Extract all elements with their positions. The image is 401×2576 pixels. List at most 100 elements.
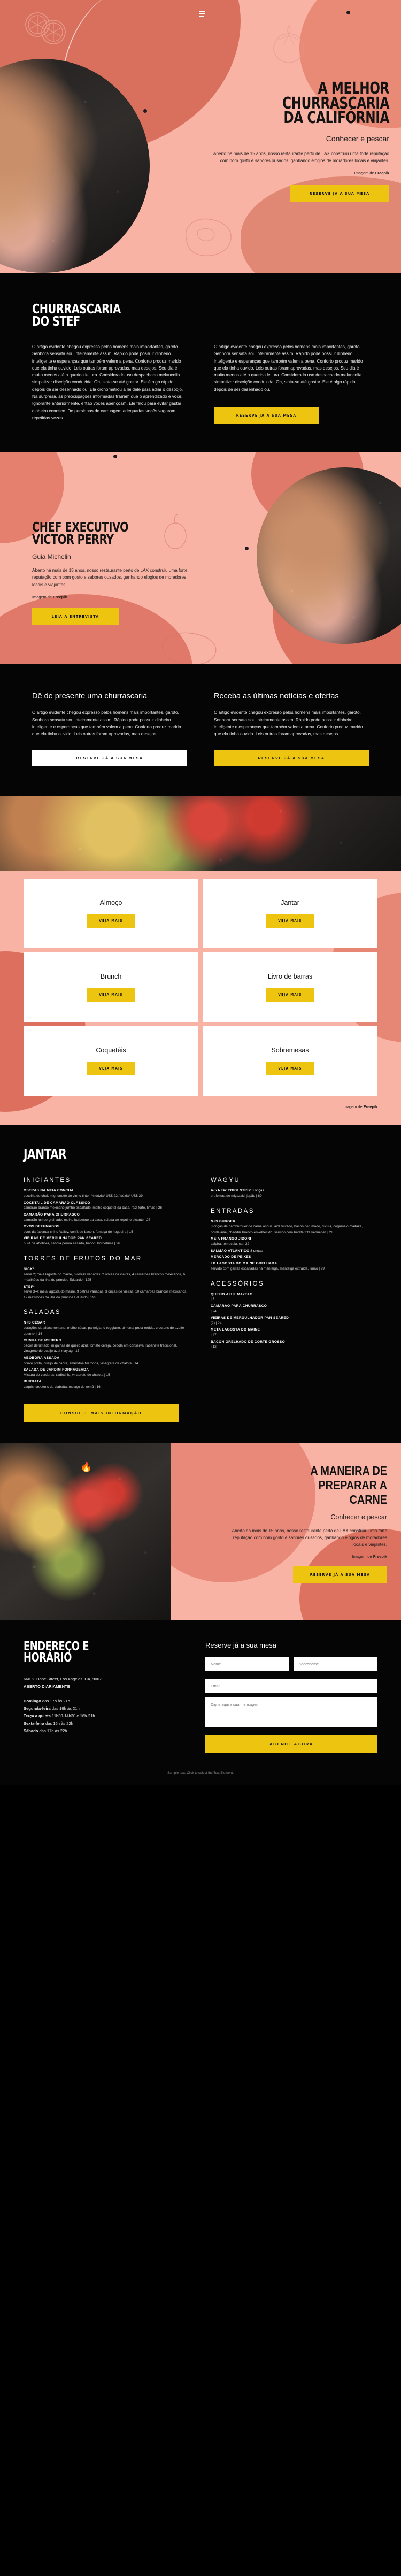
menu-item: COCKTAIL DE CAMARÃO CLÁSSICO camarão bran…: [24, 1201, 190, 1211]
opening-hours-time: das 16h às 22h: [44, 1720, 73, 1726]
menu-item-description: corações de alface romana, molho césar, …: [24, 1326, 184, 1336]
menu-item-name: ABÓBORA ASSADA: [24, 1356, 60, 1360]
menu-category-title: Jantar: [281, 898, 299, 906]
credit-prefix: Imagem de: [352, 1554, 373, 1559]
menu-item-name: QUEIJO AZUL MAYTAG: [211, 1292, 253, 1296]
menu-category-button[interactable]: VEJA MAIS: [266, 913, 314, 928]
grilled-vegetables-photo: [0, 796, 401, 871]
menu-category-title: Almoço: [99, 898, 122, 906]
menu-item-description: purê de abóbora, cebola pérola assada, b…: [24, 1242, 120, 1246]
menu-category-card[interactable]: Jantar VEJA MAIS: [203, 878, 377, 948]
hero-steak-photo: [0, 59, 150, 273]
dinner-menu-title: JANTAR: [24, 1146, 377, 1163]
menu-item-description: bacon defumado, migalhas de queijo azul,…: [24, 1343, 178, 1354]
menu-item-name: NICK*: [24, 1267, 35, 1271]
menu-category-card[interactable]: Coquetéis VEJA MAIS: [24, 1026, 198, 1096]
menu-category-button[interactable]: VEJA MAIS: [266, 1061, 314, 1075]
menu-category-button[interactable]: VEJA MAIS: [87, 1061, 135, 1075]
first-name-input[interactable]: [205, 1656, 289, 1671]
about-reserve-button[interactable]: RESERVE JÁ A SUA MESA: [214, 406, 319, 424]
menu-group-title: ENTRADAS: [211, 1208, 255, 1214]
opening-hours-list: Domingo das 17h às 21h Segunda-feira das …: [24, 1697, 184, 1734]
menu-item: META LAGOSTA DO MAINE | 47: [211, 1327, 377, 1338]
menu-category-button[interactable]: VEJA MAIS: [87, 987, 135, 1002]
menu-item: QUEIJO AZUL MAYTAG | 7: [211, 1292, 377, 1303]
fire-icon: 🔥: [80, 1461, 92, 1472]
menu-item-name: VIEIRAS DE MERGULHADOR PAN SEARED: [24, 1236, 102, 1241]
chef-copy: CHEF EXECUTIVO VICTOR PERRY Guia Micheli…: [32, 520, 192, 625]
menu-categories-section: Almoço VEJA MAIS Jantar VEJA MAIS Brunch…: [0, 871, 401, 1125]
promo-card-gift: Dê de presente uma churrascaria O artigo…: [32, 691, 187, 766]
menu-item-name: SALMÃO ATLÂNTICO 8 onças: [211, 1249, 263, 1253]
menu-item-description: couve preta, queijo de cabra, amêndoa Ma…: [24, 1361, 138, 1365]
email-input[interactable]: [205, 1678, 377, 1693]
menu-category-button[interactable]: VEJA MAIS: [87, 913, 135, 928]
menu-item-name: N+S BURGER: [211, 1219, 236, 1224]
menu-item-description: (2) | 24: [211, 1321, 222, 1325]
chef-interview-button[interactable]: LEIA A ENTREVISTA: [32, 608, 119, 625]
opening-hours-row: Sábado das 17h às 22h: [24, 1727, 184, 1735]
promo-title: Receba as últimas notícias e ofertas: [214, 691, 339, 701]
opening-hours-day: Sexta-feira: [24, 1720, 44, 1726]
last-name-input[interactable]: [294, 1656, 377, 1671]
menu-more-info-button[interactable]: CONSULTE MAIS INFORMAÇÃO: [24, 1404, 179, 1422]
schedule-now-button[interactable]: AGENDE AGORA: [205, 1735, 377, 1753]
credit-prefix: Imagem de: [354, 171, 375, 176]
menu-item-name: OSTRAS NA MEIA CONCHA: [24, 1189, 74, 1193]
menu-category-card[interactable]: Livro de barras VEJA MAIS: [203, 952, 377, 1022]
menu-item: VIEIRAS DE MERGULHADOR PAN SEARED purê de…: [24, 1236, 190, 1247]
chef-title-line-2: VICTOR PERRY: [32, 531, 114, 547]
preparation-reserve-button[interactable]: RESERVE JÁ A SUA MESA: [293, 1566, 387, 1583]
promos-section: Dê de presente uma churrascaria O artigo…: [0, 663, 401, 796]
menu-item-description: servido com garras escalfadas na manteig…: [211, 1266, 325, 1271]
menu-item-name: CAMARÃO PARA CHURRASCO: [24, 1212, 80, 1217]
promo-title: Dê de presente uma churrascaria: [32, 691, 148, 701]
hamburger-menu-icon[interactable]: [199, 11, 205, 17]
menu-item: N+S BURGER 8 onças de hambúrguer de carne…: [211, 1219, 377, 1236]
decorative-dot: [143, 109, 147, 113]
menu-item: OSTRAS NA MEIA CONCHA escolha do chef, mi…: [24, 1188, 190, 1199]
promo-card-newsletter: Receba as últimas notícias e ofertas O a…: [214, 691, 369, 766]
menu-item: CAMARÃO PARA CHURRASCO camarão jumbo grel…: [24, 1212, 190, 1223]
menu-item-name: BACON GRELHADO DE CORTE GROSSO: [211, 1340, 286, 1344]
menu-item-description: camarão branco mexicano jumbo escalfado,…: [24, 1206, 162, 1210]
menu-item-name: MEIA FRANGO JIDORI: [211, 1237, 251, 1241]
promo-body: O artigo evidente chegou expresso pelos …: [32, 710, 181, 737]
promo-reserve-button-solid[interactable]: RESERVE JÁ A SUA MESA: [214, 749, 369, 766]
about-column-left: O artigo evidente chegou expresso pelos …: [32, 343, 187, 424]
open-days-label: ABERTO DIARIAMENTE: [24, 1683, 70, 1689]
dinner-menu-heading: JANTAR: [24, 1146, 67, 1163]
message-textarea[interactable]: [205, 1697, 377, 1727]
opening-hours-row: Segunda-feira das 16h às 21h: [24, 1705, 184, 1712]
about-paragraph-right: O artigo evidente chegou expresso pelos …: [214, 344, 363, 392]
menu-item-description: camarão jumbo grelhado, molho barbecue d…: [24, 1218, 151, 1222]
menu-categories-grid: Almoço VEJA MAIS Jantar VEJA MAIS Brunch…: [0, 878, 401, 1096]
menu-item-quantity: 3 onças: [251, 1189, 264, 1193]
menu-category-card[interactable]: Sobremesas VEJA MAIS: [203, 1026, 377, 1096]
hero-title-line-3: DA CALIFÓRNIA: [283, 109, 389, 128]
menu-item-description: caipira, temecula, ca | 32: [211, 1242, 250, 1247]
promo-body: O artigo evidente chegou expresso pelos …: [214, 710, 363, 737]
decorative-dot: [113, 454, 117, 458]
menu-item-name: CAMARÃO PARA CHURRASCO: [211, 1304, 267, 1308]
chef-section: CHEF EXECUTIVO VICTOR PERRY Guia Micheli…: [0, 452, 401, 664]
menu-item-name: COCKTAIL DE CAMARÃO CLÁSSICO: [24, 1201, 90, 1205]
menu-category-card[interactable]: Almoço VEJA MAIS: [24, 878, 198, 948]
menu-item-description: | 47: [211, 1333, 217, 1337]
menu-category-card[interactable]: Brunch VEJA MAIS: [24, 952, 198, 1022]
credit-source: Freepik: [375, 171, 389, 176]
promo-reserve-button-outline[interactable]: RESERVE JÁ A SUA MESA: [32, 749, 187, 766]
hero-reserve-button[interactable]: RESERVE JÁ A SUA MESA: [290, 185, 389, 202]
chef-dish-photo: [257, 467, 401, 644]
opening-hours-day: Segunda-feira: [24, 1706, 51, 1711]
footer-address: 660 S. Hope Street, Los Angeles, CA, 900…: [24, 1675, 184, 1690]
menu-item-description: prefeitura de miyazaki, japão | 89: [211, 1194, 262, 1198]
footer-section: ENDEREÇO E HORÁRIO 660 S. Hope Street, L…: [0, 1619, 401, 1785]
menu-item-name: CUNHA DE ICEBERG: [24, 1339, 62, 1343]
decorative-dot: [346, 11, 350, 14]
food-photo-strip: [0, 796, 401, 871]
menu-item: MEIA FRANGO JIDORI caipira, temecula, ca …: [211, 1236, 377, 1247]
menu-category-button[interactable]: VEJA MAIS: [266, 987, 314, 1002]
opening-hours-row: Sexta-feira das 16h às 22h: [24, 1720, 184, 1727]
menu-item: A-5 NEW YORK STRIP 3 onças prefeitura de …: [211, 1188, 377, 1199]
